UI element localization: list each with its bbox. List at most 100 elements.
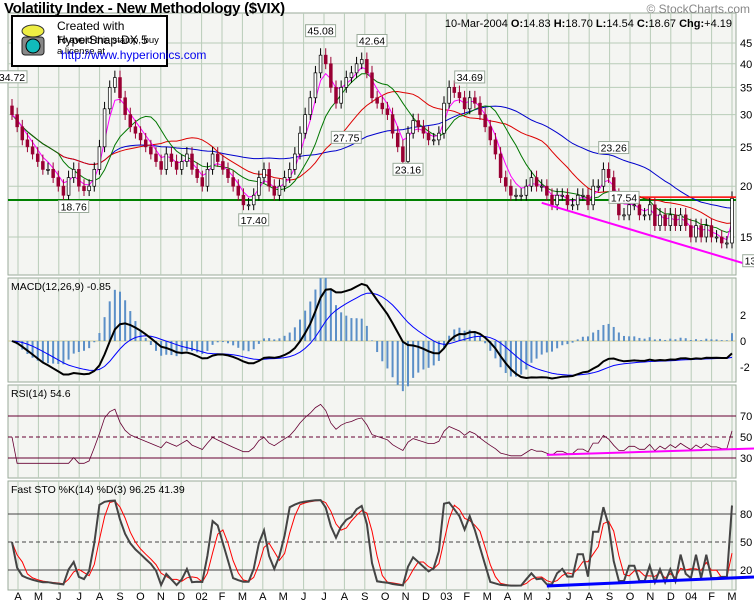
macd-hist-bar (597, 329, 600, 341)
macd-hist-bar (345, 315, 348, 341)
candle-body (354, 63, 359, 74)
candle-body (555, 194, 559, 206)
candle-body (56, 177, 61, 187)
macd-hist-bar (617, 332, 620, 341)
macd-hist-bar (350, 318, 353, 341)
macd-hist-bar (669, 338, 672, 341)
candle-body (128, 114, 133, 128)
candle-body (262, 169, 266, 178)
macd-hist-bar (144, 338, 147, 341)
macd-hist-bar (52, 341, 55, 364)
candle-body (380, 102, 385, 110)
macd-label: MACD(12,26,9) -0.85 (11, 281, 111, 293)
candle-body (267, 169, 271, 187)
macd-hist-bar (587, 336, 589, 341)
candle-body (694, 225, 698, 238)
candle-body (143, 139, 148, 148)
candle-body (215, 153, 220, 162)
candle-body (339, 87, 343, 104)
y-tick-label: 50 (740, 432, 752, 444)
candle-body (164, 153, 169, 170)
annotation-label: 23.16 (395, 164, 421, 176)
candle-body (293, 153, 297, 170)
candle-body (318, 54, 323, 74)
candle-body (668, 214, 673, 226)
y-tick-label: 35 (740, 82, 752, 94)
macd-hist-bar (700, 340, 703, 341)
candle-body (226, 169, 230, 178)
quote-date: 10-Mar-2004 (444, 18, 508, 30)
candle-body (195, 169, 199, 178)
x-tick-label: A (341, 591, 349, 603)
macd-hist-bar (515, 341, 517, 377)
macd-hist-bar (324, 277, 327, 341)
candle-body (627, 204, 631, 216)
macd-hist-bar (715, 339, 718, 341)
candle-body (653, 204, 657, 226)
x-tick-label: A (14, 591, 22, 603)
macd-hist-bar (607, 323, 610, 341)
candle-body (303, 114, 307, 134)
macd-hist-bar (293, 327, 296, 341)
candle-body (478, 102, 482, 115)
y-tick-label: 20 (740, 181, 752, 193)
candle-body (560, 194, 565, 197)
y-tick-label: 30 (740, 453, 752, 465)
candle-body (10, 105, 14, 115)
candle-body (149, 146, 153, 155)
macd-hist-bar (103, 317, 106, 341)
candle-body (15, 114, 19, 128)
candle-body (205, 169, 210, 187)
candle-body (46, 169, 50, 171)
x-tick-label: A (504, 591, 512, 603)
candle-body (514, 194, 518, 197)
candle-body (123, 97, 127, 115)
candle-body (457, 92, 462, 99)
x-tick-label: N (157, 591, 165, 603)
candle-body (493, 139, 498, 155)
x-tick-label: N (646, 591, 654, 603)
candle-body (25, 139, 30, 148)
candle-body (159, 161, 163, 170)
x-tick-label: D (177, 591, 185, 603)
y-tick-label: 25 (740, 142, 752, 154)
macd-hist-bar (705, 338, 708, 341)
annotation-label: 45.08 (307, 26, 333, 38)
macd-hist-bar (407, 341, 409, 387)
macd-hist-bar (252, 341, 255, 350)
candle-body (719, 236, 724, 244)
candle-body (550, 194, 554, 206)
annotation-label: 17.54 (611, 192, 637, 204)
candle-body (488, 126, 493, 141)
candle-body (637, 204, 642, 216)
candle-body (406, 132, 410, 162)
candle-body (51, 169, 55, 178)
macd-hist-bar (679, 337, 682, 341)
macd-hist-bar (88, 341, 91, 349)
candle-body (385, 108, 390, 115)
high-label: H: (553, 18, 566, 30)
macd-hist-bar (216, 341, 219, 343)
candle-body (545, 185, 549, 196)
annotation-label: 42.64 (359, 36, 385, 48)
chart-svg: A M J J A S O N D 02 F M A M J J A S O N D 03 F M A M J J A S O N D 04 F M1… (0, 12, 754, 603)
macd-hist-bar (623, 335, 625, 341)
macd-hist-bar (62, 341, 65, 365)
candle-body (462, 97, 467, 110)
candle-body (221, 161, 225, 170)
x-tick-label: 02 (195, 591, 207, 603)
stamp-link[interactable]: http://www.hyperionics.com (61, 48, 206, 62)
macd-hist-bar (653, 339, 656, 341)
candle-body (107, 87, 112, 110)
macd-hist-bar (98, 332, 101, 341)
x-tick-label: M (523, 591, 532, 603)
candle-body (308, 97, 313, 115)
macd-hist-bar (319, 278, 322, 341)
candle-body (344, 77, 349, 88)
y-tick-label: 20 (740, 565, 752, 577)
candle-body (591, 185, 595, 206)
macd-hist-bar (242, 341, 245, 351)
x-tick-label: M (238, 591, 247, 603)
macd-hist-bar (695, 339, 697, 341)
x-tick-label: A (259, 591, 267, 603)
